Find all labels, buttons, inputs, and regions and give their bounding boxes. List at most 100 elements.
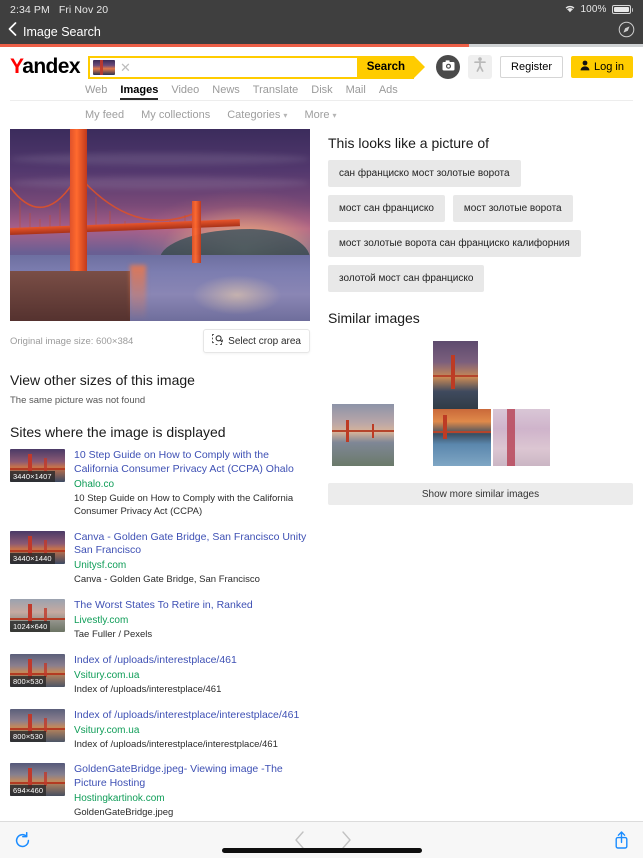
subtab-more[interactable]: More ▾ xyxy=(304,109,336,121)
image-thumbnail-icon xyxy=(92,59,115,75)
browser-nav-bar: Image Search xyxy=(0,19,643,44)
site-url[interactable]: Unitysf.com xyxy=(74,560,310,571)
hero-image[interactable] xyxy=(10,129,310,321)
browser-bottom-toolbar xyxy=(0,821,643,858)
select-crop-area-label: Select crop area xyxy=(228,335,301,347)
list-item[interactable]: 3440×1440 Canva - Golden Gate Bridge, Sa… xyxy=(10,530,310,588)
site-description: Index of /uploads/interestplace/interest… xyxy=(74,738,278,750)
search-button[interactable]: Search xyxy=(356,55,426,79)
suggestion-tag[interactable]: мост сан франциско xyxy=(328,195,445,222)
list-item[interactable]: 800×530 Index of /uploads/interestplace/… xyxy=(10,708,310,752)
reload-icon[interactable] xyxy=(14,831,31,849)
yandex-logo[interactable]: Yandex xyxy=(10,54,81,79)
subtab-categories[interactable]: Categories ▾ xyxy=(227,109,287,121)
site-thumbnail[interactable]: 3440×1407 xyxy=(10,449,65,482)
similar-images-title: Similar images xyxy=(328,310,420,326)
status-bar: 2:34 PM Fri Nov 20 100% xyxy=(0,0,643,19)
site-url[interactable]: Vsitury.com.ua xyxy=(74,670,310,681)
tab-images[interactable]: Images xyxy=(120,84,159,100)
site-title[interactable]: Index of /uploads/interestplace/461 xyxy=(74,654,310,668)
main-content: Original image size: 600×384 Select crop… xyxy=(0,129,643,858)
select-crop-area-button[interactable]: Select crop area xyxy=(203,329,310,353)
tab-video[interactable]: Video xyxy=(171,84,199,100)
right-column: This looks like a picture of сан францис… xyxy=(328,129,633,858)
yandex-logo-rest: andex xyxy=(22,54,80,78)
service-tabs: Web Images Video News Translate Disk Mai… xyxy=(10,79,633,101)
size-badge: 3440×1407 xyxy=(10,471,55,482)
site-title[interactable]: Canva - Golden Gate Bridge, San Francisc… xyxy=(74,531,310,559)
site-url[interactable]: Ohalo.co xyxy=(74,479,310,490)
chevron-right-icon[interactable] xyxy=(341,831,352,849)
tag-row: мост сан франциско мост золотые ворота xyxy=(328,195,633,222)
site-body: The Worst States To Retire in, Ranked Li… xyxy=(74,599,310,642)
user-icon xyxy=(580,60,590,74)
suggestion-tag[interactable]: мост золотые ворота сан франциско калифо… xyxy=(328,230,581,257)
view-other-sizes-title: View other sizes of this image xyxy=(10,372,195,388)
list-item[interactable]: 3440×1407 10 Step Guide on How to Comply… xyxy=(10,449,310,519)
search-field[interactable]: ✕ xyxy=(87,55,357,79)
similar-image-thumbnail[interactable] xyxy=(332,404,394,466)
hero-bridge-tower-near xyxy=(70,129,87,279)
subtab-my-collections[interactable]: My collections xyxy=(141,109,210,121)
suggestion-tag[interactable]: мост золотые ворота xyxy=(452,195,573,222)
sites-list: 3440×1407 10 Step Guide on How to Comply… xyxy=(10,449,310,858)
register-button[interactable]: Register xyxy=(500,56,564,78)
battery-percent: 100% xyxy=(580,4,607,15)
login-label: Log in xyxy=(594,61,624,73)
left-column: Original image size: 600×384 Select crop… xyxy=(10,129,310,858)
site-title[interactable]: Index of /uploads/interestplace/interest… xyxy=(74,709,310,723)
list-item[interactable]: 694×460 GoldenGateBridge.jpeg- Viewing i… xyxy=(10,763,310,820)
tab-news[interactable]: News xyxy=(212,84,240,100)
similar-image-thumbnail[interactable] xyxy=(493,409,550,466)
accessibility-button[interactable] xyxy=(468,55,493,79)
subtab-more-label: More xyxy=(304,109,330,121)
camera-search-button[interactable] xyxy=(436,55,461,79)
tab-web[interactable]: Web xyxy=(85,84,107,100)
size-badge: 694×460 xyxy=(10,785,47,797)
image-meta-row: Original image size: 600×384 Select crop… xyxy=(10,328,310,354)
suggestion-tag[interactable]: золотой мост сан франциско xyxy=(328,265,485,292)
site-thumbnail[interactable]: 1024×640 xyxy=(10,599,65,633)
site-title[interactable]: 10 Step Guide on How to Comply with the … xyxy=(74,449,310,477)
similar-image-thumbnail[interactable] xyxy=(433,409,491,466)
hero-tower-reflection xyxy=(130,265,146,321)
login-button[interactable]: Log in xyxy=(571,56,633,78)
compass-icon[interactable] xyxy=(618,21,635,43)
site-title[interactable]: GoldenGateBridge.jpeg- Viewing image -Th… xyxy=(74,763,310,791)
tab-ads[interactable]: Ads xyxy=(379,84,398,100)
site-thumbnail[interactable]: 800×530 xyxy=(10,708,65,742)
site-thumbnail[interactable]: 800×530 xyxy=(10,653,65,687)
camera-icon xyxy=(442,58,455,76)
site-description: Index of /uploads/interestplace/461 xyxy=(74,683,222,695)
site-url[interactable]: Livestly.com xyxy=(74,615,310,626)
tab-translate[interactable]: Translate xyxy=(253,84,298,100)
share-icon[interactable] xyxy=(614,831,629,849)
site-url[interactable]: Vsitury.com.ua xyxy=(74,725,310,736)
list-item[interactable]: 1024×640 The Worst States To Retire in, … xyxy=(10,599,310,642)
subtab-my-feed-label: My feed xyxy=(85,109,125,121)
site-thumbnail[interactable]: 694×460 xyxy=(10,763,65,797)
crop-search-icon xyxy=(212,334,224,348)
tab-mail[interactable]: Mail xyxy=(346,84,366,100)
sites-section-title: Sites where the image is displayed xyxy=(10,424,226,440)
chevron-down-icon: ▾ xyxy=(283,110,288,120)
status-indicators: 100% xyxy=(564,4,633,16)
home-indicator xyxy=(221,848,422,853)
search-row: Yandex ✕ Search Register Log in xyxy=(10,55,633,79)
list-item[interactable]: 800×530 Index of /uploads/interestplace/… xyxy=(10,653,310,697)
close-icon[interactable]: ✕ xyxy=(118,61,133,74)
screen: 2:34 PM Fri Nov 20 100% Image Search Yan… xyxy=(0,0,643,858)
suggestion-tag[interactable]: сан франциско мост золотые ворота xyxy=(328,160,521,187)
site-title[interactable]: The Worst States To Retire in, Ranked xyxy=(74,599,310,613)
tab-disk[interactable]: Disk xyxy=(311,84,332,100)
chevron-left-icon[interactable] xyxy=(294,831,305,849)
back-to-app-button[interactable]: Image Search xyxy=(8,22,101,41)
tag-row: сан франциско мост золотые ворота xyxy=(328,160,633,187)
yandex-logo-y: Y xyxy=(10,54,23,78)
search-input[interactable] xyxy=(135,57,355,77)
similar-image-thumbnail[interactable] xyxy=(433,341,478,411)
site-url[interactable]: Hostingkartinok.com xyxy=(74,793,310,804)
show-more-similar-images-button[interactable]: Show more similar images xyxy=(328,483,633,505)
site-thumbnail[interactable]: 3440×1440 xyxy=(10,530,65,564)
subtab-my-feed[interactable]: My feed xyxy=(85,109,124,121)
